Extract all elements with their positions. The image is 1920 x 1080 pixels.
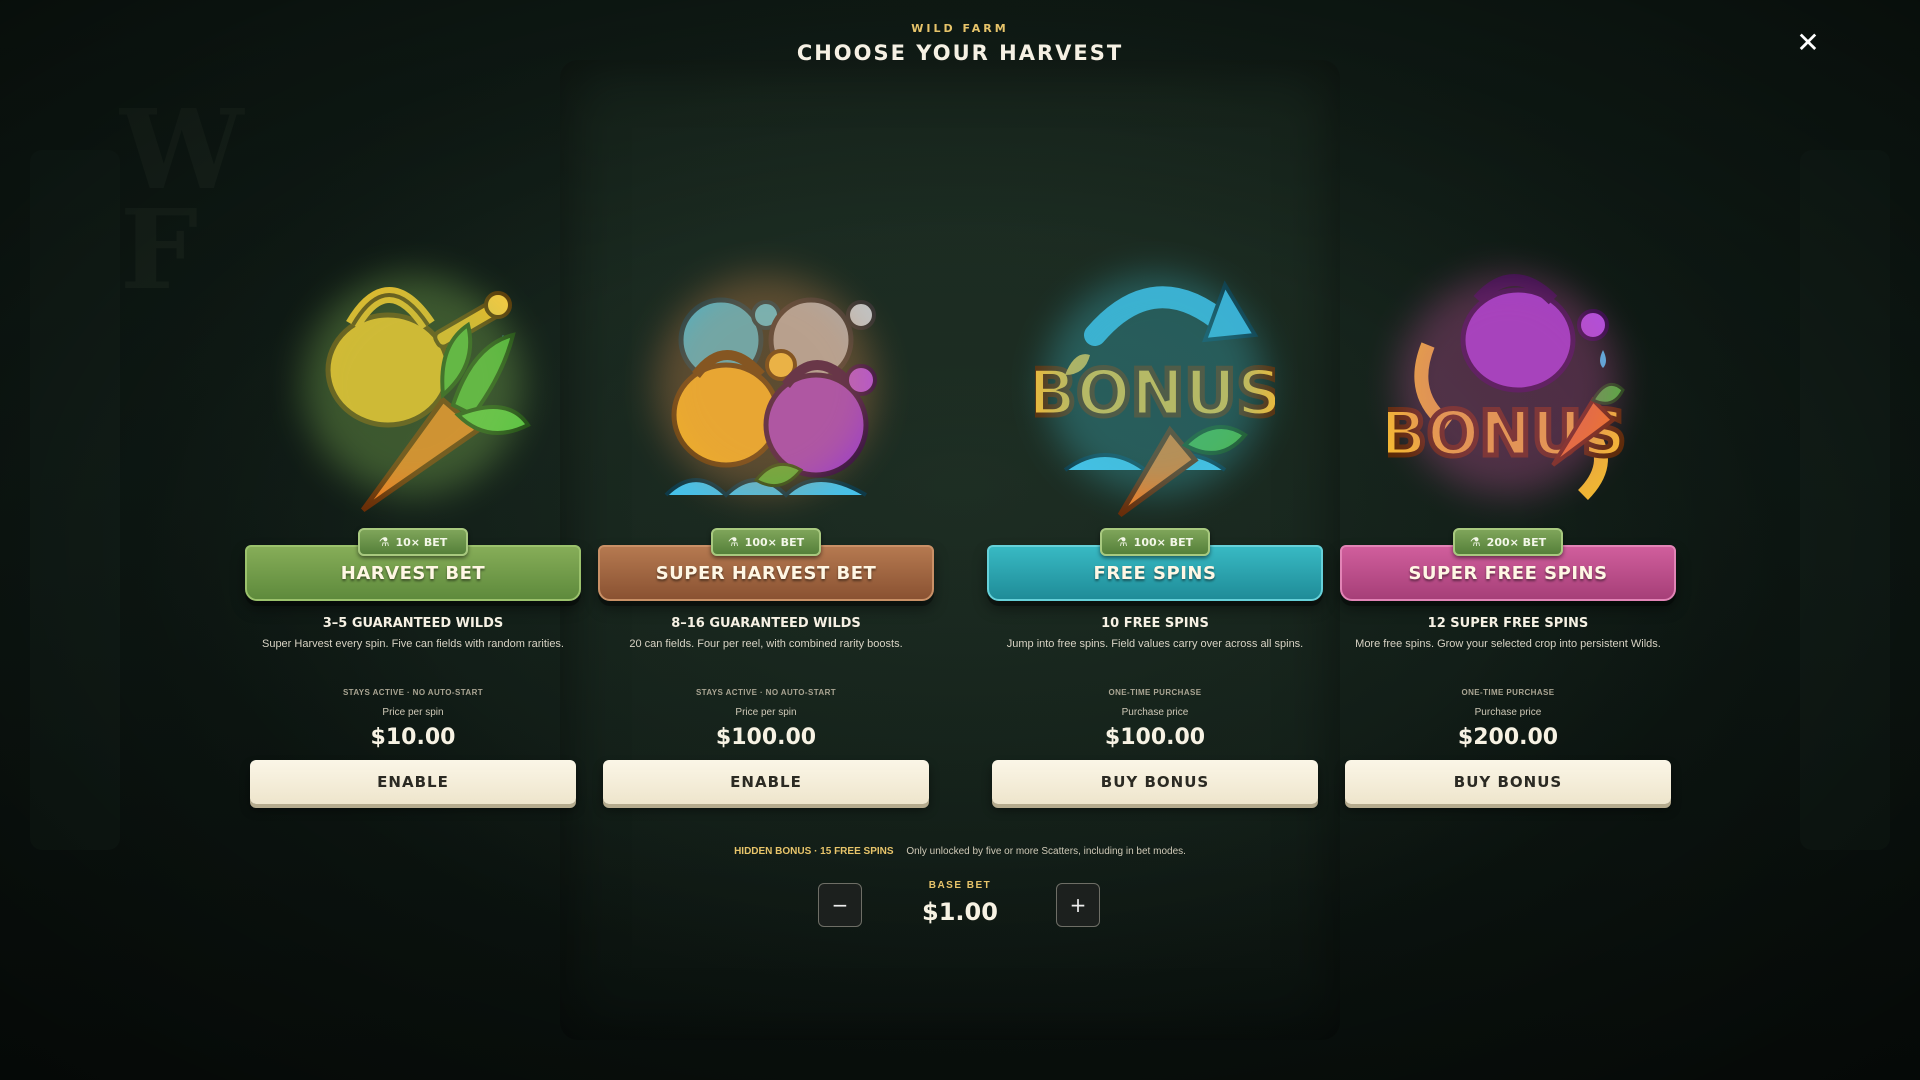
hidden-bonus-info: HIDDEN BONUS · 15 FREE SPINS Only unlock… xyxy=(0,846,1920,857)
card-description: Super Harvest every spin. Five can field… xyxy=(261,638,564,650)
card-note: ONE-TIME PURCHASE xyxy=(1108,688,1202,697)
card-headline: 8–16 GUARANTEED WILDS xyxy=(671,616,861,631)
base-bet-control: − BASE BET $1.00 + xyxy=(0,880,1920,940)
flask-icon: ⚗ xyxy=(378,535,390,549)
hidden-bonus-text: Only unlocked by five or more Scatters, … xyxy=(906,846,1186,857)
enable-super-harvest-bet-button[interactable]: ENABLE xyxy=(603,760,929,804)
price-value: $100.00 xyxy=(1104,725,1206,750)
flask-icon: ⚗ xyxy=(1469,535,1481,549)
card-note: STAYS ACTIVE · NO AUTO-START xyxy=(342,688,484,697)
card-note: ONE-TIME PURCHASE xyxy=(1461,688,1555,697)
badge-label: 100× BET xyxy=(744,535,805,549)
bet-multiplier-badge: ⚗ 100× BET xyxy=(1100,528,1210,556)
bet-multiplier-badge: ⚗ 10× BET xyxy=(358,528,468,556)
card-description: 20 can fields. Four per reel, with combi… xyxy=(629,638,903,650)
card-headline: 10 FREE SPINS xyxy=(1101,616,1209,631)
price-label: Price per spin xyxy=(382,707,444,718)
bonus-purple-can-icon: BONUS xyxy=(1378,255,1638,535)
increase-bet-button[interactable]: + xyxy=(1056,883,1100,927)
hidden-bonus-title: HIDDEN BONUS · 15 FREE SPINS xyxy=(734,846,894,857)
bet-multiplier-badge: ⚗ 200× BET xyxy=(1453,528,1563,556)
card-note: STAYS ACTIVE · NO AUTO-START xyxy=(695,688,837,697)
flask-icon: ⚗ xyxy=(727,535,739,549)
price-label: Purchase price xyxy=(1474,707,1542,718)
card-description: More free spins. Grow your selected crop… xyxy=(1355,638,1661,650)
plus-icon: + xyxy=(1069,893,1087,917)
flask-icon: ⚗ xyxy=(1116,535,1128,549)
buy-free-spins-button[interactable]: BUY BONUS xyxy=(992,760,1318,804)
card-harvest-bet: ⚗ 10× BET HARVEST BET 3–5 GUARANTEED WIL… xyxy=(245,255,581,815)
enable-harvest-bet-button[interactable]: ENABLE xyxy=(250,760,576,804)
bet-multiplier-badge: ⚗ 100× BET xyxy=(711,528,821,556)
price-value: $200.00 xyxy=(1457,725,1559,750)
card-super-free-spins: BONUS ⚗ 200× BET SUPER FREE SPINS 12 SUP… xyxy=(1340,255,1676,815)
base-bet-value: $1.00 xyxy=(922,898,998,926)
card-free-spins: BONUS ⚗ 100× BET FREE SPINS 10 FREE SPIN… xyxy=(987,255,1323,815)
badge-label: 100× BET xyxy=(1133,535,1194,549)
price-label: Price per spin xyxy=(735,707,797,718)
price-label: Purchase price xyxy=(1121,707,1189,718)
price-value: $100.00 xyxy=(715,725,817,750)
card-headline: 3–5 GUARANTEED WILDS xyxy=(322,616,504,631)
card-headline: 12 SUPER FREE SPINS xyxy=(1427,616,1589,631)
card-super-harvest-bet: ⚗ 100× BET SUPER HARVEST BET 8–16 GUARAN… xyxy=(598,255,934,815)
base-bet-label: BASE BET xyxy=(928,880,992,891)
watering-cans-icon xyxy=(636,255,896,535)
watering-can-carrot-icon xyxy=(283,255,543,535)
badge-label: 10× BET xyxy=(395,535,448,549)
badge-label: 200× BET xyxy=(1486,535,1547,549)
card-description: Jump into free spins. Field values carry… xyxy=(1006,638,1304,650)
buy-super-free-spins-button[interactable]: BUY BONUS xyxy=(1345,760,1671,804)
price-value: $10.00 xyxy=(370,725,456,750)
bonus-carrot-icon: BONUS xyxy=(1025,255,1285,535)
